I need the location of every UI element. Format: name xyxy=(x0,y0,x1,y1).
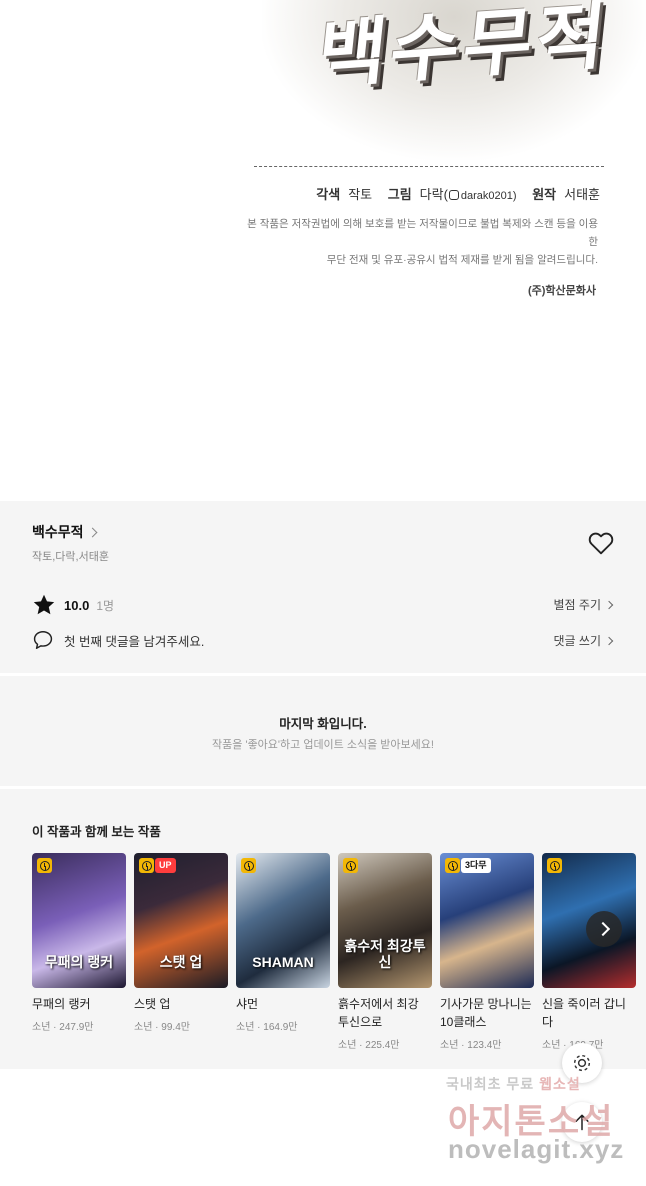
publisher: (주)학산문화사 xyxy=(527,285,596,297)
recommendation-card[interactable]: SHAMAN 샤먼소년 · 164.9만 xyxy=(236,853,330,1051)
recommendations-section: 이 작품과 함께 보는 작품 무패의 랭커 무패의 랭커 소년 · 247.9만 스탯… xyxy=(0,789,646,1069)
recommendation-title: 흙수저에서 최강 투신으로 xyxy=(338,997,419,1029)
up-badge: UP xyxy=(155,858,176,873)
last-episode-section: 마지막 화입니다. 작품을 '좋아요'하고 업데이트 소식을 받아보세요! xyxy=(0,676,646,786)
speech-bubble-icon xyxy=(33,631,53,649)
comic-last-panel: 백수무적 각색 작토 그림 다락( darak0201) 원작 서태훈 본 작품은 저작… xyxy=(0,0,646,500)
credit-art-name: 다락( xyxy=(419,187,448,202)
recommendation-title: 스탯 업 xyxy=(134,997,171,1011)
thumbnail-title-art: 흙수저 최강투신 xyxy=(344,938,426,970)
credit-orig-label: 원작 xyxy=(532,187,557,202)
watermark-tagline: 국내최초 무료 웹소설 xyxy=(446,1076,581,1092)
wait-free-clock-icon xyxy=(37,858,52,873)
comment-prompt-text: 첫 번째 댓글을 남겨주세요. xyxy=(64,634,205,649)
rating-score: 10.0 xyxy=(64,597,90,613)
write-comment-button[interactable]: 댓글 쓰기 xyxy=(553,632,614,649)
write-comment-label: 댓글 쓰기 xyxy=(553,634,602,648)
recommendation-thumbnail: 3다무 xyxy=(440,853,534,988)
recommendation-card[interactable]: 신을 죽이러 갑니다소년 · 169.7만 xyxy=(542,853,636,1051)
recommendation-meta: 소년 · 247.9만 xyxy=(32,1022,94,1033)
wait-free-clock-icon xyxy=(547,858,562,873)
thumbnail-title-art: SHAMAN xyxy=(252,954,314,970)
divider xyxy=(254,166,604,167)
series-title-link[interactable]: 백수무적 xyxy=(32,522,97,542)
rate-button-label: 별점 주기 xyxy=(553,598,602,612)
recommendations-title: 이 작품과 함께 보는 작품 xyxy=(32,825,161,839)
copyright-notice-line: 본 작품은 저작권법에 의해 보호를 받는 저작물이므로 불법 복제와 스캔 등… xyxy=(247,218,598,248)
instagram-icon xyxy=(448,190,459,200)
series-logo: 백수무적 xyxy=(262,0,646,160)
wait-free-clock-icon xyxy=(139,858,154,873)
recommendation-meta: 소년 · 99.4만 xyxy=(134,1022,190,1033)
comment-prompt[interactable]: 첫 번째 댓글을 남겨주세요. xyxy=(32,629,204,651)
free-badge: 3다무 xyxy=(461,858,491,873)
rate-button[interactable]: 별점 주기 xyxy=(553,596,614,613)
heart-outline-icon[interactable] xyxy=(588,531,614,555)
recommendation-thumbnail: 스탯 업 UP xyxy=(134,853,228,988)
series-info-panel: 백수무적 작토,다락,서태훈 10.0 1명 별점 주기 첫 번째 댓글을 남겨… xyxy=(0,501,646,673)
recommendation-card[interactable]: 흙수저 최강투신흙수저에서 최강 투신으로소년 · 225.4만 xyxy=(338,853,432,1051)
last-episode-title: 마지막 화입니다. xyxy=(279,717,367,731)
recommendation-meta: 소년 · 225.4만 xyxy=(338,1040,400,1051)
thumbnail-title-art: 무패의 랭커 xyxy=(44,954,114,970)
recommendation-title: 샤먼 xyxy=(236,997,259,1011)
recommendation-carousel: 무패의 랭커 무패의 랭커 소년 · 247.9만 스탯 업 UP 스탯 업 소년 · 99… xyxy=(32,853,636,1051)
series-authors: 작토,다락,서태훈 xyxy=(32,551,109,563)
credit-adapt-label: 각색 xyxy=(316,187,341,202)
settings-button[interactable] xyxy=(562,1043,602,1083)
gear-icon xyxy=(573,1054,591,1072)
copyright-notice: 본 작품은 저작권법에 의해 보호를 받는 저작물이므로 불법 복제와 스캔 등… xyxy=(238,215,598,269)
chevron-right-icon xyxy=(87,527,97,537)
wait-free-clock-icon xyxy=(445,858,460,873)
recommendation-thumbnail: SHAMAN xyxy=(236,853,330,988)
rating-summary: 10.0 1명 xyxy=(32,593,114,617)
recommendation-thumbnail: 무패의 랭커 xyxy=(32,853,126,988)
credit-adapt-name: 작토 xyxy=(348,187,373,202)
series-title: 백수무적 xyxy=(32,524,84,540)
arrow-up-icon xyxy=(575,1114,589,1131)
recommendation-title: 신을 죽이러 갑니다 xyxy=(542,997,626,1029)
carousel-next-button[interactable] xyxy=(586,911,622,947)
scroll-to-top-button[interactable] xyxy=(562,1102,602,1142)
copyright-notice-line: 무단 전재 및 유포·공유시 법적 제재를 받게 됨을 알려드립니다. xyxy=(326,254,598,266)
recommendation-card[interactable]: 무패의 랭커 무패의 랭커 소년 · 247.9만 xyxy=(32,853,126,1051)
recommendation-thumbnail: 흙수저 최강투신 xyxy=(338,853,432,988)
recommendation-title: 무패의 랭커 xyxy=(32,997,91,1011)
rating-count: 1명 xyxy=(96,598,115,613)
star-filled-icon xyxy=(33,594,55,615)
recommendation-title: 기사가문 망나니는 10클래스 xyxy=(440,997,532,1029)
recommendation-card[interactable]: 3다무기사가문 망나니는 10클래스소년 · 123.4만 xyxy=(440,853,534,1051)
credit-art-handle: darak0201) xyxy=(460,190,517,202)
chevron-right-icon xyxy=(604,600,614,609)
recommendation-meta: 소년 · 123.4만 xyxy=(440,1040,502,1051)
thumbnail-title-art: 스탯 업 xyxy=(159,954,203,970)
credit-orig-name: 서태훈 xyxy=(564,187,600,202)
credits: 각색 작토 그림 다락( darak0201) 원작 서태훈 xyxy=(316,184,600,203)
wait-free-clock-icon xyxy=(241,858,256,873)
chevron-right-icon xyxy=(604,636,614,645)
recommendation-card[interactable]: 스탯 업 UP 스탯 업소년 · 99.4만 xyxy=(134,853,228,1051)
recommendation-meta: 소년 · 164.9만 xyxy=(236,1022,298,1033)
watermark-url: novelagit.xyz xyxy=(448,1134,625,1164)
last-episode-subtitle: 작품을 '좋아요'하고 업데이트 소식을 받아보세요! xyxy=(212,739,434,751)
credit-art-label: 그림 xyxy=(387,187,412,202)
wait-free-clock-icon xyxy=(343,858,358,873)
